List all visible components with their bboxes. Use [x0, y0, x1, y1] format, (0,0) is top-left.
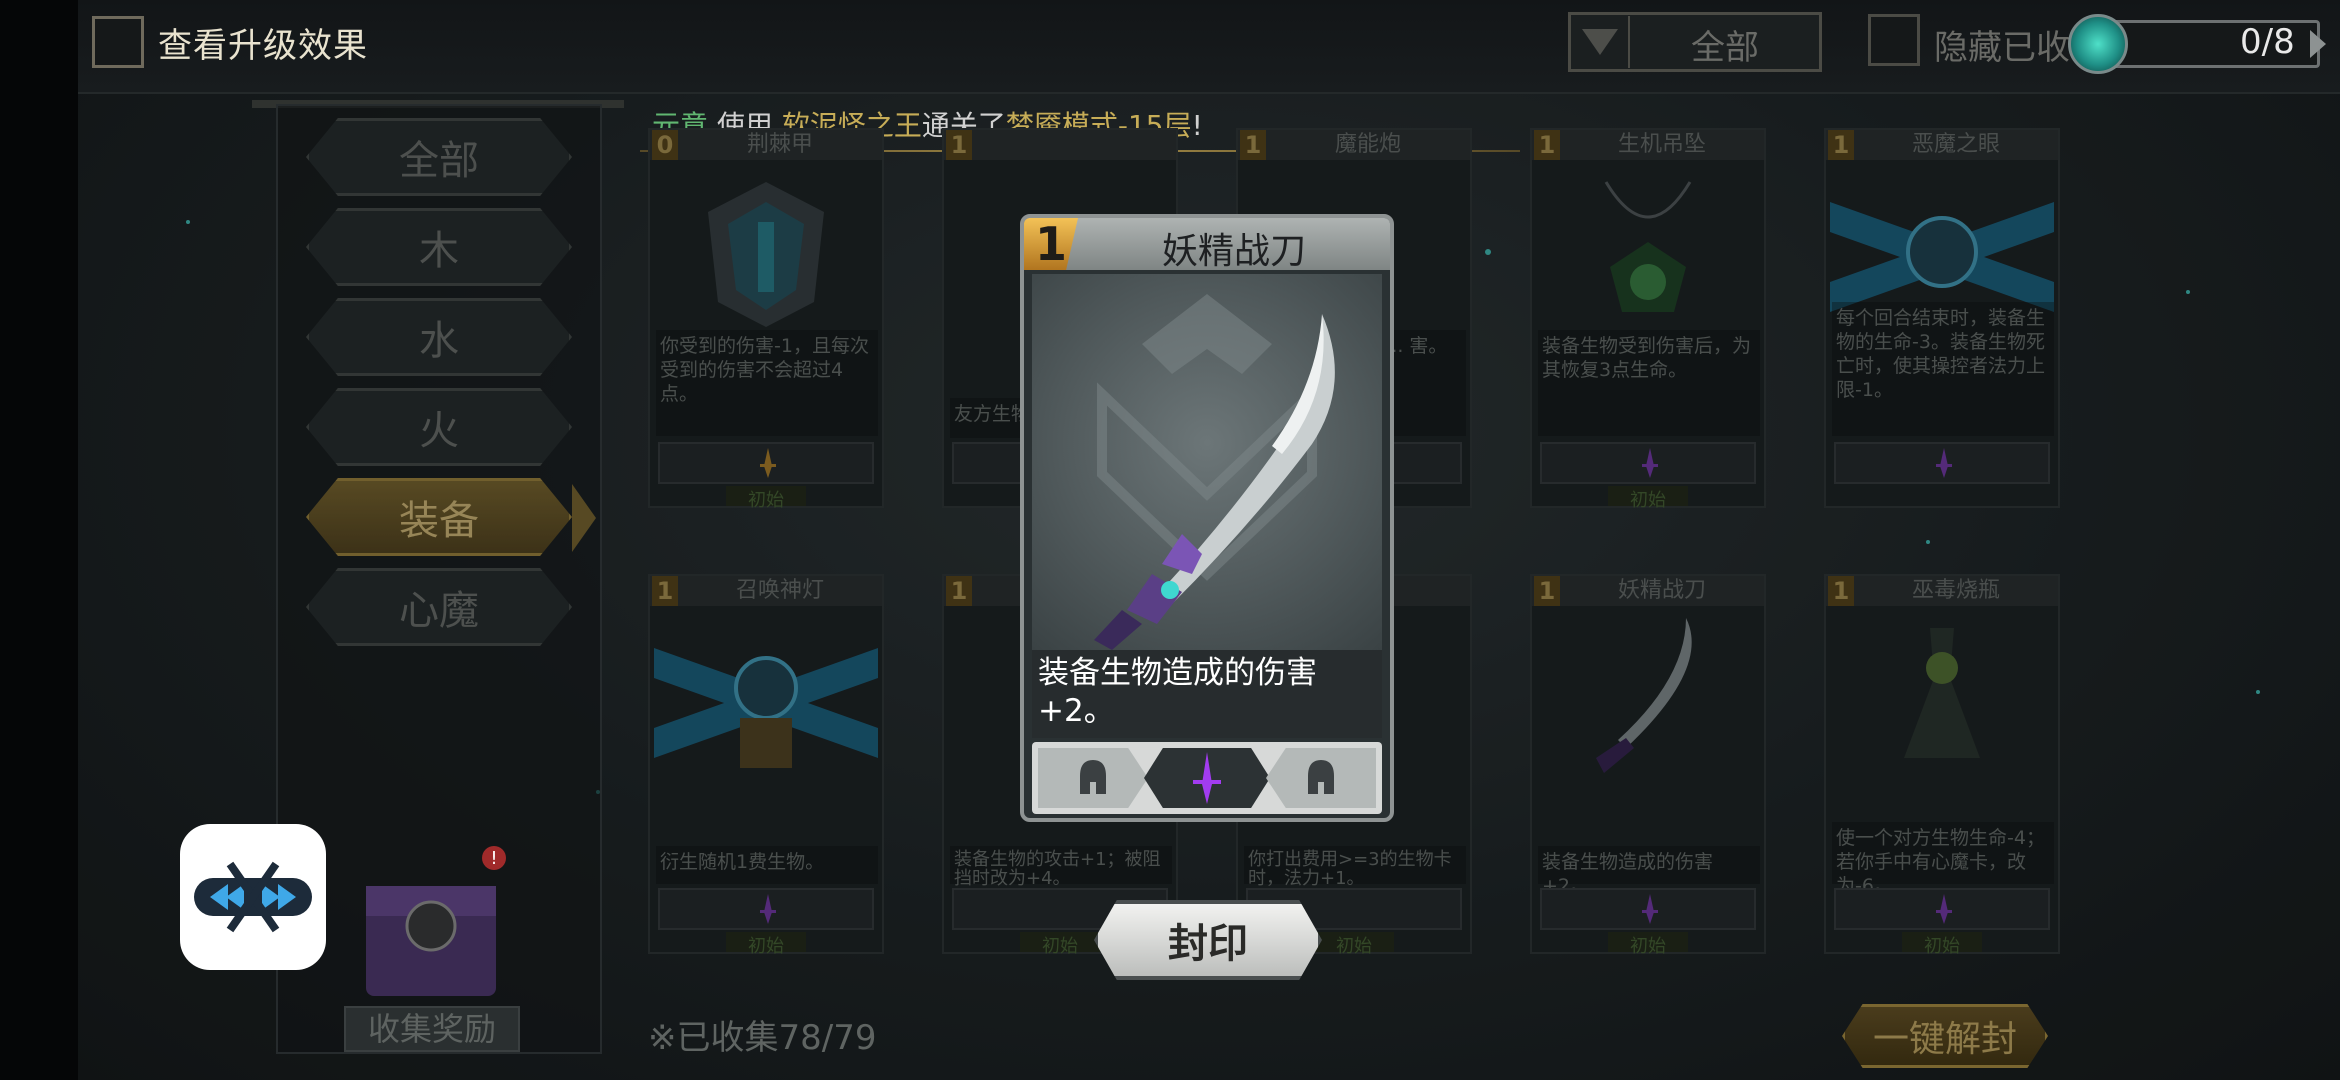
dagger-icon: [1642, 894, 1658, 924]
category-wood[interactable]: 木: [306, 208, 572, 286]
category-water[interactable]: 水: [306, 298, 572, 376]
upgrade-effect-checkbox[interactable]: [92, 16, 144, 68]
card-slots: [1834, 888, 2050, 930]
modal-card-name: 妖精战刀: [1161, 231, 1306, 272]
card-tag: 初始: [1608, 486, 1688, 511]
card-slots: [1540, 888, 1756, 930]
card-description: 每个回合结束时，装备生物的生命-3。装备生物死亡时，使其操控者法力上限-1。: [1832, 302, 2054, 436]
modal-slots: [1032, 742, 1382, 814]
fairy-sword-icon: [1032, 274, 1382, 650]
card-detail-modal: 1 妖精战刀 装备生物造成的伤害+2。: [1020, 214, 1394, 822]
upgrade-effect-label: 查看升级效果: [158, 26, 368, 66]
card-name: 恶魔之眼: [1911, 132, 2000, 157]
card-cost: 1: [1534, 130, 1560, 160]
card-cost: 1: [946, 576, 972, 606]
progress-count: 0/8: [2240, 22, 2295, 62]
card-name: 妖精战刀: [1617, 578, 1706, 603]
card-name: 生机吊坠: [1617, 132, 1706, 157]
lamp-icon: [654, 648, 878, 768]
hide-collected-checkbox[interactable]: [1868, 14, 1920, 66]
dagger-icon: [1642, 448, 1658, 478]
slot-right[interactable]: [1266, 748, 1376, 808]
card-name: 召唤神灯: [735, 578, 824, 603]
reward-chest-icon[interactable]: !: [356, 846, 506, 1006]
unseal-all-button[interactable]: 一键解封: [1842, 1004, 2048, 1068]
card-tag: 初始: [1020, 932, 1100, 957]
card-name: 魔能炮: [1334, 132, 1401, 157]
slot-middle[interactable]: [1144, 748, 1270, 808]
left-black-bar: [0, 0, 78, 1080]
card-slots: [658, 442, 874, 484]
slot-left[interactable]: [1038, 748, 1148, 808]
category-inner-demon[interactable]: 心魔: [306, 568, 572, 646]
category-equipment[interactable]: 装备: [306, 478, 572, 556]
card-description: 使一个对方生物生命-4；若你手中有心魔卡，改为-6。: [1832, 822, 2054, 897]
card-cost: 1: [1240, 130, 1266, 160]
collected-count: ※已收集78/79: [648, 1018, 877, 1058]
card-description: 你受到的伤害-1，且每次受到的伤害不会超过4点。: [656, 330, 878, 436]
card-tag: 初始: [1314, 932, 1394, 957]
shield-icon: [708, 182, 824, 327]
double-arrow-icon: [194, 861, 312, 933]
collect-reward-button[interactable]: 收集奖励: [344, 1006, 520, 1052]
card-description: 装备生物受到伤害后，为其恢复3点生命。: [1538, 330, 1760, 436]
card-cost: 1: [1828, 576, 1854, 606]
card-name: 巫毒烧瓶: [1911, 578, 2000, 603]
svg-text:!: !: [490, 848, 497, 869]
dropdown-arrow-icon[interactable]: [1572, 16, 1630, 68]
card-tag: 初始: [726, 932, 806, 957]
card-item[interactable]: 1 召唤神灯 衍生随机1费生物。 初始: [648, 574, 884, 957]
helmet-icon: [1308, 760, 1334, 794]
card-item[interactable]: 1 恶魔之眼 每个回合结束时，装备生物的生命-3。装备生物死亡时，使其操控者法力…: [1824, 128, 2060, 508]
helmet-icon: [1080, 760, 1106, 794]
sword-icon: [1596, 618, 1692, 773]
card-slots: [1834, 442, 2050, 484]
dagger-icon: [1936, 894, 1952, 924]
card-description: 衍生随机1费生物。: [656, 846, 878, 884]
gem-icon: [2068, 14, 2128, 74]
overlay-app-icon[interactable]: [180, 824, 326, 970]
card-tag: 初始: [726, 486, 806, 511]
card-slots: [658, 888, 874, 930]
progress-arrow-icon: [2310, 30, 2326, 58]
card-description: 你打出费用>=3的生物卡时，法力+1。: [1244, 846, 1466, 888]
card-item[interactable]: 1 生机吊坠 装备生物受到伤害后，为其恢复3点生命。 初始: [1530, 128, 1766, 511]
card-slots: [1540, 442, 1756, 484]
dagger-icon: [1936, 448, 1952, 478]
card-name: 荆棘甲: [746, 132, 813, 157]
dagger-icon: [1193, 752, 1221, 804]
category-all[interactable]: 全部: [306, 118, 572, 196]
card-tag: 初始: [1902, 932, 1982, 957]
modal-card-description: 装备生物造成的伤害+2。: [1032, 650, 1382, 738]
card-cost: 0: [652, 130, 678, 160]
notice-suffix: !: [1191, 109, 1203, 142]
dagger-icon: [760, 448, 776, 478]
card-cost: 1: [652, 576, 678, 606]
card-description: 装备生物造成的伤害+2。: [1538, 846, 1760, 897]
filter-dropdown-label: 全部: [1691, 28, 1759, 68]
hide-collected-label: 隐藏已收: [1934, 28, 2070, 68]
card-item[interactable]: 1 妖精战刀 装备生物造成的伤害+2。 初始: [1530, 574, 1766, 957]
card-cost: 1: [1534, 576, 1560, 606]
card-item[interactable]: 0 荆棘甲 你受到的伤害-1，且每次受到的伤害不会超过4点。 初始: [648, 128, 884, 511]
category-fire[interactable]: 火: [306, 388, 572, 466]
dagger-icon: [760, 894, 776, 924]
card-header: [944, 130, 1176, 160]
card-item[interactable]: 1 巫毒烧瓶 使一个对方生物生命-4；若你手中有心魔卡，改为-6。 初始: [1824, 574, 2060, 957]
pendant-icon: [1604, 181, 1692, 312]
card-cost: 1: [946, 130, 972, 160]
flask-icon: [1904, 628, 1980, 758]
card-cost: 1: [1828, 130, 1854, 160]
card-description: 装备生物的攻击+1；被阻挡时改为+4。: [950, 846, 1172, 888]
card-tag: 初始: [1608, 932, 1688, 957]
seal-button[interactable]: 封印: [1094, 900, 1322, 980]
